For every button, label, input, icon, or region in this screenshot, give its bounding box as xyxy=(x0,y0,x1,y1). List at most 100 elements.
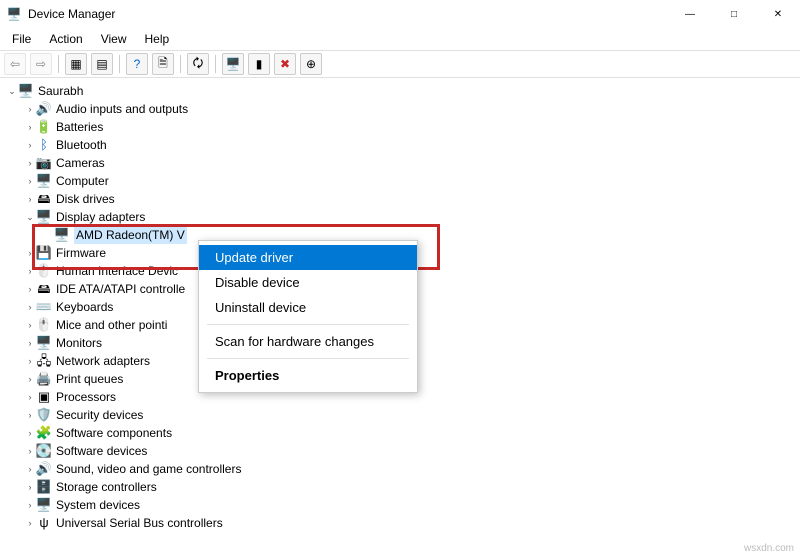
node-label: Display adapters xyxy=(56,208,145,226)
expand-toggle[interactable]: › xyxy=(24,190,36,208)
update-driver-button[interactable]: 🖥️ xyxy=(222,53,244,75)
uninstall-device-button[interactable]: ✖ xyxy=(274,53,296,75)
category-node[interactable]: ›🖥️System devices xyxy=(4,496,800,514)
menu-view[interactable]: View xyxy=(93,30,135,48)
node-label: Computer xyxy=(56,172,109,190)
category-icon: 🖴 xyxy=(36,281,52,297)
menu-item-update-driver[interactable]: Update driver xyxy=(199,245,417,270)
category-icon: 🖥️ xyxy=(36,335,52,351)
sheet-icon: 🗎 xyxy=(158,54,168,75)
node-label: Universal Serial Bus controllers xyxy=(56,514,223,532)
expand-toggle[interactable]: › xyxy=(24,262,36,280)
menu-separator xyxy=(207,358,409,359)
expand-toggle[interactable]: › xyxy=(24,406,36,424)
minimize-button[interactable]: — xyxy=(668,0,712,28)
category-icon: 🖥️ xyxy=(36,497,52,513)
category-node[interactable]: ›🧩Software components xyxy=(4,424,800,442)
titlebar: 🖥️ Device Manager — □ ✕ xyxy=(0,0,800,28)
back-button[interactable]: ⇦ xyxy=(4,53,26,75)
expand-toggle[interactable]: › xyxy=(24,424,36,442)
delete-icon: ✖ xyxy=(280,57,290,71)
expand-toggle[interactable]: › xyxy=(24,298,36,316)
node-label: Storage controllers xyxy=(56,478,157,496)
node-label: Network adapters xyxy=(56,352,150,370)
category-icon: 🖥️ xyxy=(36,209,52,225)
category-node[interactable]: ›ψUniversal Serial Bus controllers xyxy=(4,514,800,532)
category-icon: 🖱️ xyxy=(36,263,52,279)
expand-toggle[interactable]: › xyxy=(24,280,36,298)
expand-toggle[interactable]: › xyxy=(24,136,36,154)
category-node[interactable]: ›ᛒBluetooth xyxy=(4,136,800,154)
menu-item-uninstall-device[interactable]: Uninstall device xyxy=(199,295,417,320)
device-icon: ▮ xyxy=(256,57,263,71)
scan-hw-button[interactable]: 🗘 xyxy=(187,53,209,75)
category-icon: 🖱️ xyxy=(36,317,52,333)
expand-toggle[interactable]: › xyxy=(24,496,36,514)
toolbar-separator xyxy=(119,55,120,73)
expand-toggle[interactable]: › xyxy=(24,514,36,532)
expand-toggle[interactable]: › xyxy=(24,100,36,118)
node-label: Firmware xyxy=(56,244,106,262)
node-label: Batteries xyxy=(56,118,103,136)
expand-toggle[interactable]: › xyxy=(24,118,36,136)
category-icon: 🖧 xyxy=(36,353,52,369)
category-node[interactable]: ›🔊Audio inputs and outputs xyxy=(4,100,800,118)
root-node[interactable]: ⌄🖥️Saurabh xyxy=(4,82,800,100)
help-button[interactable]: ? xyxy=(126,53,148,75)
toolbar-separator xyxy=(215,55,216,73)
show-hidden-button[interactable]: ▦ xyxy=(65,53,87,75)
expand-toggle[interactable]: › xyxy=(24,388,36,406)
node-label: Sound, video and game controllers xyxy=(56,460,241,478)
expand-toggle[interactable]: › xyxy=(24,442,36,460)
menu-item-scan-hardware[interactable]: Scan for hardware changes xyxy=(199,329,417,354)
expand-toggle[interactable]: › xyxy=(24,154,36,172)
category-node[interactable]: ›🖥️Computer xyxy=(4,172,800,190)
category-node[interactable]: ⌄🖥️Display adapters xyxy=(4,208,800,226)
expand-toggle[interactable]: › xyxy=(24,478,36,496)
menu-action[interactable]: Action xyxy=(41,30,90,48)
category-node[interactable]: ›🗄️Storage controllers xyxy=(4,478,800,496)
menu-help[interactable]: Help xyxy=(137,30,178,48)
category-icon: ⌨️ xyxy=(36,299,52,315)
expand-toggle[interactable]: ⌄ xyxy=(24,208,36,226)
category-node[interactable]: ›💽Software devices xyxy=(4,442,800,460)
category-node[interactable]: ›🔋Batteries xyxy=(4,118,800,136)
action-button[interactable]: 🗎 xyxy=(152,53,174,75)
maximize-button[interactable]: □ xyxy=(712,0,756,28)
category-node[interactable]: ›📷Cameras xyxy=(4,154,800,172)
node-label: Processors xyxy=(56,388,116,406)
menubar: File Action View Help xyxy=(0,28,800,50)
expand-toggle[interactable]: › xyxy=(24,352,36,370)
node-label: Software devices xyxy=(56,442,147,460)
scan-icon: 🗘 xyxy=(193,54,204,75)
help-icon: ? xyxy=(134,57,141,71)
expand-toggle[interactable]: › xyxy=(24,460,36,478)
expand-toggle[interactable]: › xyxy=(24,334,36,352)
close-button[interactable]: ✕ xyxy=(756,0,800,28)
disable-device-button[interactable]: ▮ xyxy=(248,53,270,75)
category-icon: 🛡️ xyxy=(36,407,52,423)
expand-toggle[interactable]: › xyxy=(24,244,36,262)
category-icon: 🔊 xyxy=(36,461,52,477)
expand-toggle[interactable]: ⌄ xyxy=(6,82,18,100)
category-icon: ψ xyxy=(36,515,52,531)
add-legacy-button[interactable]: ⊕ xyxy=(300,53,322,75)
category-node[interactable]: ›🔊Sound, video and game controllers xyxy=(4,460,800,478)
expand-toggle[interactable]: › xyxy=(24,370,36,388)
menu-file[interactable]: File xyxy=(4,30,39,48)
category-node[interactable]: ›🛡️Security devices xyxy=(4,406,800,424)
menu-separator xyxy=(207,324,409,325)
menu-item-disable-device[interactable]: Disable device xyxy=(199,270,417,295)
toolbar: ⇦ ⇨ ▦ ▤ ? 🗎 🗘 🖥️ ▮ ✖ ⊕ xyxy=(0,50,800,78)
forward-button[interactable]: ⇨ xyxy=(30,53,52,75)
node-label: Print queues xyxy=(56,370,123,388)
expand-toggle[interactable]: › xyxy=(24,172,36,190)
category-node[interactable]: ›🖴Disk drives xyxy=(4,190,800,208)
node-label: Software components xyxy=(56,424,172,442)
expand-toggle[interactable]: › xyxy=(24,316,36,334)
menu-item-properties[interactable]: Properties xyxy=(199,363,417,388)
category-icon: 💽 xyxy=(36,443,52,459)
properties-button[interactable]: ▤ xyxy=(91,53,113,75)
node-label: Human Interface Devic xyxy=(56,262,178,280)
monitor-icon: 🖥️ xyxy=(226,57,241,71)
